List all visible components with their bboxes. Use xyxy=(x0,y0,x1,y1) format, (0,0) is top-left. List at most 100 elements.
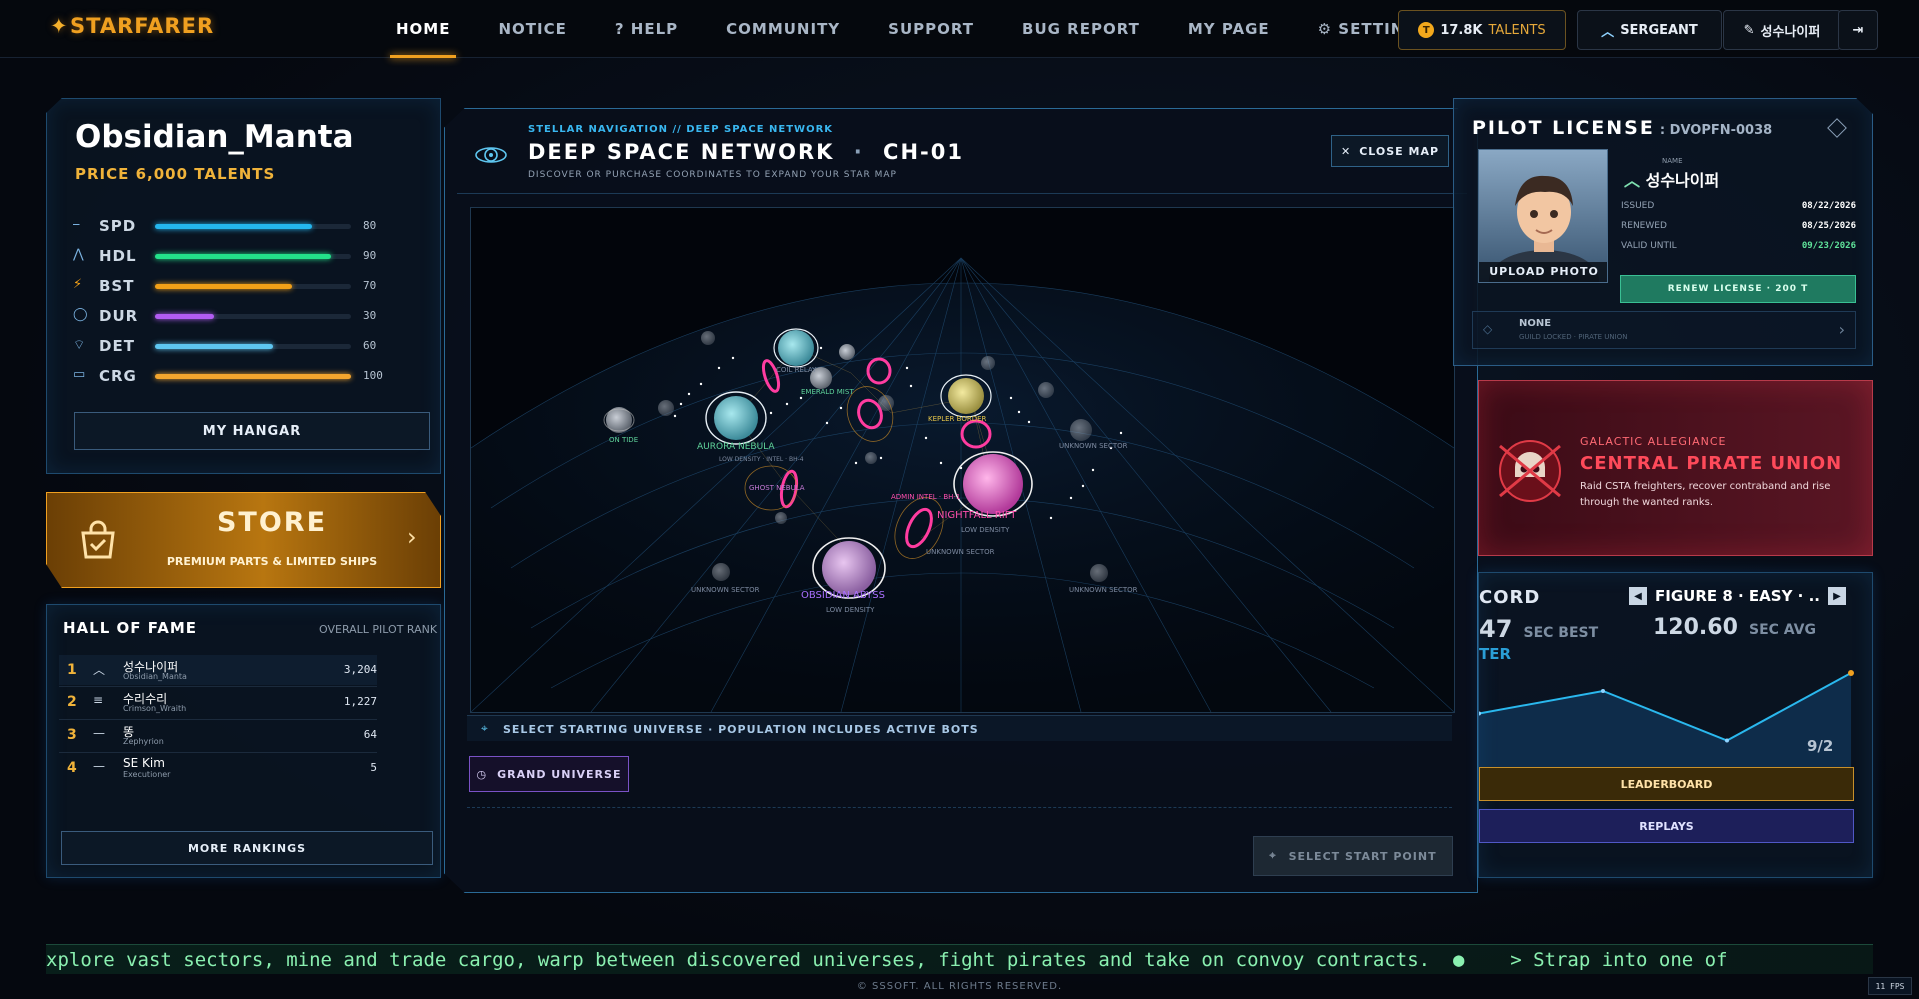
dash-icon: — xyxy=(93,726,105,740)
label-aurora-sub: LOW DENSITY · INTEL · BH-4 xyxy=(719,456,804,463)
diamond-icon: ◇ xyxy=(1483,322,1493,336)
cargo-icon: ▭ xyxy=(73,367,86,382)
stat-bst: ⚡ BST 70 xyxy=(73,277,377,295)
radar-icon: ⌔ xyxy=(73,338,86,353)
upload-photo-button[interactable]: UPLOAD PHOTO xyxy=(1479,262,1607,282)
ranking-row[interactable]: 1 ︿ 성수나이퍼 Obsidian_Manta 3,204 xyxy=(59,655,377,685)
label-aurora-nebula: AURORA NEBULA xyxy=(697,442,775,452)
stat-bar-fill xyxy=(155,284,293,289)
label-nightfall-sub: LOW DENSITY xyxy=(961,526,1010,534)
planet-obsidian-abyss[interactable] xyxy=(822,541,876,595)
license-renewed: RENEWED 08/25/2026 xyxy=(1621,221,1856,231)
next-course-button[interactable]: ▶ xyxy=(1827,587,1846,605)
ship-price: PRICE 6,000 TALENTS xyxy=(75,165,276,183)
replays-button[interactable]: REPLAYS xyxy=(1479,809,1854,843)
nav-notice[interactable]: NOTICE xyxy=(474,0,590,58)
stat-dur: ◯ DUR 30 xyxy=(73,307,377,325)
nav-help[interactable]: ? HELP xyxy=(591,0,702,58)
map-status-bar: ⌖ SELECT STARTING UNIVERSE · POPULATION … xyxy=(467,715,1452,741)
label-unknown-sector: UNKNOWN SECTOR xyxy=(691,586,760,594)
planet-kepler-border[interactable] xyxy=(948,378,984,414)
target-icon: ⌖ xyxy=(1269,849,1277,862)
allegiance-panel[interactable]: GALACTIC ALLEGIANCE CENTRAL PIRATE UNION… xyxy=(1478,380,1873,556)
starfarer-logo[interactable]: ✦STARFARER xyxy=(50,14,214,38)
store-button[interactable]: STORE PREMIUM PARTS & LIMITED SHIPS › xyxy=(46,492,441,588)
license-name: ︿ 성수나이퍼 xyxy=(1624,171,1720,190)
nav-support[interactable]: SUPPORT xyxy=(864,0,998,58)
label-obsidian-sub: LOW DENSITY xyxy=(826,606,875,614)
label-unknown-sector: UNKNOWN SECTOR xyxy=(1059,442,1128,450)
stat-det: ⌔ DET 60 xyxy=(73,337,377,355)
chevron-up-icon: ︿ xyxy=(93,663,106,677)
star-map-canvas[interactable]: AURORA NEBULA LOW DENSITY · INTEL · BH-4… xyxy=(470,207,1455,713)
divider xyxy=(467,807,1452,808)
talent-coin-icon: T xyxy=(1418,22,1435,38)
ranking-row[interactable]: 2 ≡ 수리수리 Crimson_Wraith 1,227 xyxy=(59,686,377,716)
allegiance-title: CENTRAL PIRATE UNION xyxy=(1580,453,1843,474)
map-title: DEEP SPACE NETWORK · CH-01 xyxy=(528,140,964,164)
handling-icon: ⋀ xyxy=(73,247,84,262)
label-obsidian-abyss: OBSIDIAN ABYSS xyxy=(801,590,885,601)
star-map-svg xyxy=(471,257,1454,712)
ranking-row[interactable]: 3 — 똥 Zephyrion 64 xyxy=(59,719,377,749)
pen-icon: ✎ xyxy=(1743,22,1755,38)
grand-universe-button[interactable]: ◷ GRAND UNIVERSE xyxy=(469,756,629,792)
stat-bar-fill xyxy=(155,224,312,229)
more-rankings-button[interactable]: MORE RANKINGS xyxy=(61,831,433,865)
close-map-button[interactable]: ✕ CLOSE MAP xyxy=(1331,135,1449,167)
map-subtitle: DISCOVER OR PURCHASE COORDINATES TO EXPA… xyxy=(528,170,897,180)
planet-grey[interactable] xyxy=(839,344,855,360)
chevron-right-icon: › xyxy=(1838,320,1845,339)
footer-copyright: © SSSOFT. ALL RIGHTS RESERVED. xyxy=(856,981,1063,992)
top-header: ✦STARFARER HOME NOTICE ? HELP COMMUNITY … xyxy=(0,0,1919,58)
shield-icon: ◯ xyxy=(73,307,88,322)
label-ghost-nebula: GHOST NEBULA xyxy=(749,484,805,492)
select-start-point-button[interactable]: ⌖ SELECT START POINT xyxy=(1253,836,1453,876)
pilot-license-panel: PILOT LICENSE : DVOPFN-0038 UPLOAD PHOTO… xyxy=(1453,98,1873,366)
label-emerald-mist: EMERALD MIST xyxy=(801,388,854,396)
stat-spd: ⎯ SPD 80 xyxy=(73,217,377,235)
talents-button[interactable]: T 17.8K TALENTS xyxy=(1398,10,1566,50)
dome-shape xyxy=(471,283,1454,712)
record-panel: CORD ◀ FIGURE 8 · EASY · .. ▶ 47 SEC BES… xyxy=(1478,572,1873,878)
shopping-bag-icon xyxy=(81,520,115,559)
stat-hdl: ⋀ HDL 90 xyxy=(73,247,377,265)
guild-slot[interactable]: ◇ NONE GUILD LOCKED · PIRATE UNION › xyxy=(1472,311,1856,349)
bolt-icon: ⚡ xyxy=(73,277,83,292)
avg-time: 120.60 SEC AVG xyxy=(1653,615,1817,640)
nav-home[interactable]: HOME xyxy=(372,0,474,58)
orbit-icon xyxy=(475,147,507,163)
leaderboard-button[interactable]: LEADERBOARD xyxy=(1479,767,1854,801)
planet-aurora-nebula[interactable] xyxy=(714,396,758,440)
nav-my-page[interactable]: MY PAGE xyxy=(1164,0,1294,58)
hall-of-fame-subtitle: OVERALL PILOT RANK xyxy=(319,623,438,636)
allegiance-kicker: GALACTIC ALLEGIANCE xyxy=(1580,435,1727,448)
record-title: CORD xyxy=(1479,587,1541,608)
nav-bug-report[interactable]: BUG REPORT xyxy=(998,0,1164,58)
user-button[interactable]: ✎ 성수나이퍼 xyxy=(1723,10,1841,50)
rank-button[interactable]: ︿ SERGEANT xyxy=(1577,10,1722,50)
chevron-up-icon: ︿ xyxy=(1601,24,1615,40)
hall-of-fame-title: HALL OF FAME xyxy=(63,619,198,637)
prev-course-button[interactable]: ◀ xyxy=(1629,587,1647,605)
planet-nightfall-rift[interactable] xyxy=(963,454,1023,514)
label-on-tide: ON TIDE xyxy=(609,436,639,444)
license-valid: VALID UNTIL 09/23/2026 xyxy=(1621,241,1856,251)
my-hangar-button[interactable]: MY HANGAR xyxy=(74,412,430,450)
clock-icon: ◷ xyxy=(476,767,488,781)
pilot-avatar[interactable]: UPLOAD PHOTO xyxy=(1478,149,1608,283)
map-kicker: STELLAR NAVIGATION // DEEP SPACE NETWORK xyxy=(528,124,834,135)
ship-stats-panel: Obsidian_Manta PRICE 6,000 TALENTS ⎯ SPD… xyxy=(46,98,441,474)
planet-coil-relay[interactable] xyxy=(778,330,814,366)
divider xyxy=(457,193,1467,194)
renew-license-button[interactable]: RENEW LICENSE · 200 T xyxy=(1620,275,1856,303)
nav-community[interactable]: COMMUNITY xyxy=(702,0,864,58)
app-root: { "header": { "logo": "STARFARER", "nav"… xyxy=(0,0,1919,999)
logout-button[interactable]: ⇥ xyxy=(1838,10,1878,50)
hall-of-fame-panel: HALL OF FAME OVERALL PILOT RANK 1 ︿ 성수나이… xyxy=(46,604,441,878)
star-icon: ✦ xyxy=(50,14,69,38)
ranking-row[interactable]: 4 — SE Kim Executioner 5 xyxy=(59,752,377,782)
diamond-icon xyxy=(1827,118,1847,138)
record-line-chart xyxy=(1479,670,1854,783)
label-nightfall-rift: NIGHTFALL RIFT xyxy=(937,510,1017,521)
